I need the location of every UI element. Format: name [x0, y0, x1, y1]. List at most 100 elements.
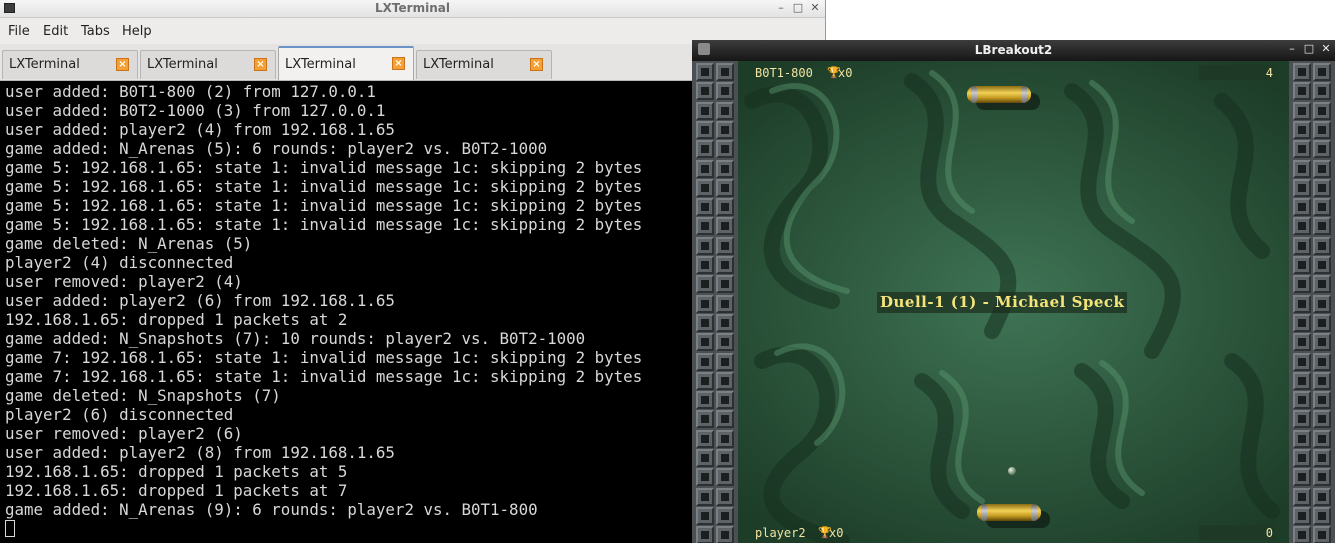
terminal-line: game 7: 192.168.1.65: state 1: invalid m… [5, 348, 643, 367]
terminal-titlebar[interactable]: LXTerminal – □ ✕ [0, 0, 825, 18]
left-wall [692, 61, 738, 543]
minimize-icon[interactable]: – [774, 1, 788, 14]
wall-brick [1313, 333, 1331, 352]
bottom-paddle[interactable] [977, 504, 1041, 521]
wall-brick [716, 506, 734, 525]
wall-brick [696, 313, 714, 332]
wall-brick [1293, 120, 1311, 139]
game-window-title: LBreakout2 [974, 43, 1053, 57]
tab-close-icon[interactable]: × [254, 58, 267, 71]
wall-brick [1313, 429, 1331, 448]
wall-brick [696, 410, 714, 429]
terminal-line: game deleted: N_Snapshots (7) [5, 386, 281, 405]
wall-brick [696, 449, 714, 467]
terminal-line: user added: B0T2-1000 (3) from 127.0.0.1 [5, 101, 386, 120]
top-player-name: B0T1-800 [755, 66, 813, 80]
wall-brick [716, 391, 734, 410]
wall-brick [1313, 120, 1331, 139]
wall-brick [1313, 178, 1331, 197]
lbreakout2-window: LBreakout2 – □ ✕ B0T1-800 🏆 x0 4 Duell-1… [692, 40, 1335, 543]
maximize-icon[interactable]: □ [1302, 42, 1316, 55]
wall-brick [716, 333, 734, 352]
terminal-tab-1[interactable]: LXTerminal × [2, 50, 138, 79]
tab-close-icon[interactable]: × [116, 58, 129, 71]
wall-brick [716, 63, 734, 81]
wall-brick [1313, 82, 1331, 101]
terminal-line: player2 (4) disconnected [5, 253, 234, 272]
terminal-line: 192.168.1.65: dropped 1 packets at 5 [5, 462, 348, 481]
wall-brick [716, 371, 734, 390]
terminal-line: 192.168.1.65: dropped 1 packets at 2 [5, 310, 348, 329]
wall-brick [1293, 487, 1311, 506]
wall-brick [696, 198, 714, 217]
terminal-tab-4[interactable]: LXTerminal × [416, 50, 552, 79]
level-title-banner: Duell-1 (1) - Michael Speck [877, 292, 1128, 313]
bottom-player-score: 0 [1265, 526, 1273, 540]
menu-file[interactable]: File [8, 24, 30, 39]
wall-brick [1293, 506, 1311, 525]
wall-brick [696, 371, 714, 390]
wall-brick [696, 120, 714, 139]
game-titlebar[interactable]: LBreakout2 – □ ✕ [692, 40, 1335, 61]
wall-brick [1293, 371, 1311, 390]
wall-brick [1293, 429, 1311, 448]
maximize-icon[interactable]: □ [791, 1, 805, 14]
wall-brick [716, 429, 734, 448]
wall-brick [716, 294, 734, 313]
terminal-line: game 5: 192.168.1.65: state 1: invalid m… [5, 215, 643, 234]
wall-brick [1293, 159, 1311, 178]
wall-brick [1293, 294, 1311, 313]
terminal-tab-2[interactable]: LXTerminal × [140, 50, 276, 79]
close-icon[interactable]: ✕ [808, 1, 822, 14]
wall-brick [1293, 391, 1311, 410]
bottom-player-wins: x0 [829, 526, 844, 540]
tab-label: LXTerminal [9, 57, 80, 72]
wall-brick [1293, 275, 1311, 294]
wall-brick [1293, 449, 1311, 467]
wall-brick [1313, 63, 1331, 81]
wall-brick [1313, 468, 1331, 487]
wall-brick [696, 178, 714, 197]
tab-close-icon[interactable]: × [530, 58, 543, 71]
wall-brick [696, 236, 714, 255]
wall-brick [716, 140, 734, 159]
wall-brick [716, 256, 734, 274]
wall-brick [1293, 256, 1311, 274]
wall-brick [696, 526, 714, 543]
wall-brick [716, 526, 734, 543]
wall-brick [1313, 198, 1331, 217]
game-playfield[interactable]: B0T1-800 🏆 x0 4 Duell-1 (1) - Michael Sp… [692, 61, 1335, 543]
terminal-line: 192.168.1.65: dropped 1 packets at 7 [5, 481, 348, 500]
terminal-line: player2 (6) disconnected [5, 405, 234, 424]
wall-brick [1313, 101, 1331, 120]
wall-brick [1313, 487, 1331, 506]
terminal-line: user removed: player2 (4) [5, 272, 243, 291]
wall-brick [696, 429, 714, 448]
wall-brick [696, 352, 714, 371]
terminal-line: user added: player2 (8) from 192.168.1.6… [5, 443, 395, 462]
right-wall [1289, 61, 1335, 543]
wall-brick [1293, 352, 1311, 371]
wall-brick [1313, 236, 1331, 255]
wall-brick [696, 468, 714, 487]
terminal-cursor [5, 520, 15, 537]
wall-brick [696, 294, 714, 313]
terminal-tab-3[interactable]: LXTerminal × [278, 46, 414, 80]
wall-brick [1313, 410, 1331, 429]
menu-help[interactable]: Help [122, 24, 152, 39]
wall-brick [696, 217, 714, 236]
wall-brick [1293, 198, 1311, 217]
menu-edit[interactable]: Edit [43, 24, 68, 39]
minimize-icon[interactable]: – [1285, 42, 1299, 55]
terminal-line: game 5: 192.168.1.65: state 1: invalid m… [5, 177, 643, 196]
wall-brick [696, 101, 714, 120]
close-icon[interactable]: ✕ [1319, 42, 1333, 55]
terminal-line: game 7: 192.168.1.65: state 1: invalid m… [5, 367, 643, 386]
wall-brick [716, 275, 734, 294]
tab-close-icon[interactable]: × [392, 57, 405, 70]
wall-brick [1293, 82, 1311, 101]
terminal-line: game added: N_Arenas (5): 6 rounds: play… [5, 139, 548, 158]
menu-tabs[interactable]: Tabs [81, 24, 110, 39]
wall-brick [696, 82, 714, 101]
wall-brick [696, 140, 714, 159]
